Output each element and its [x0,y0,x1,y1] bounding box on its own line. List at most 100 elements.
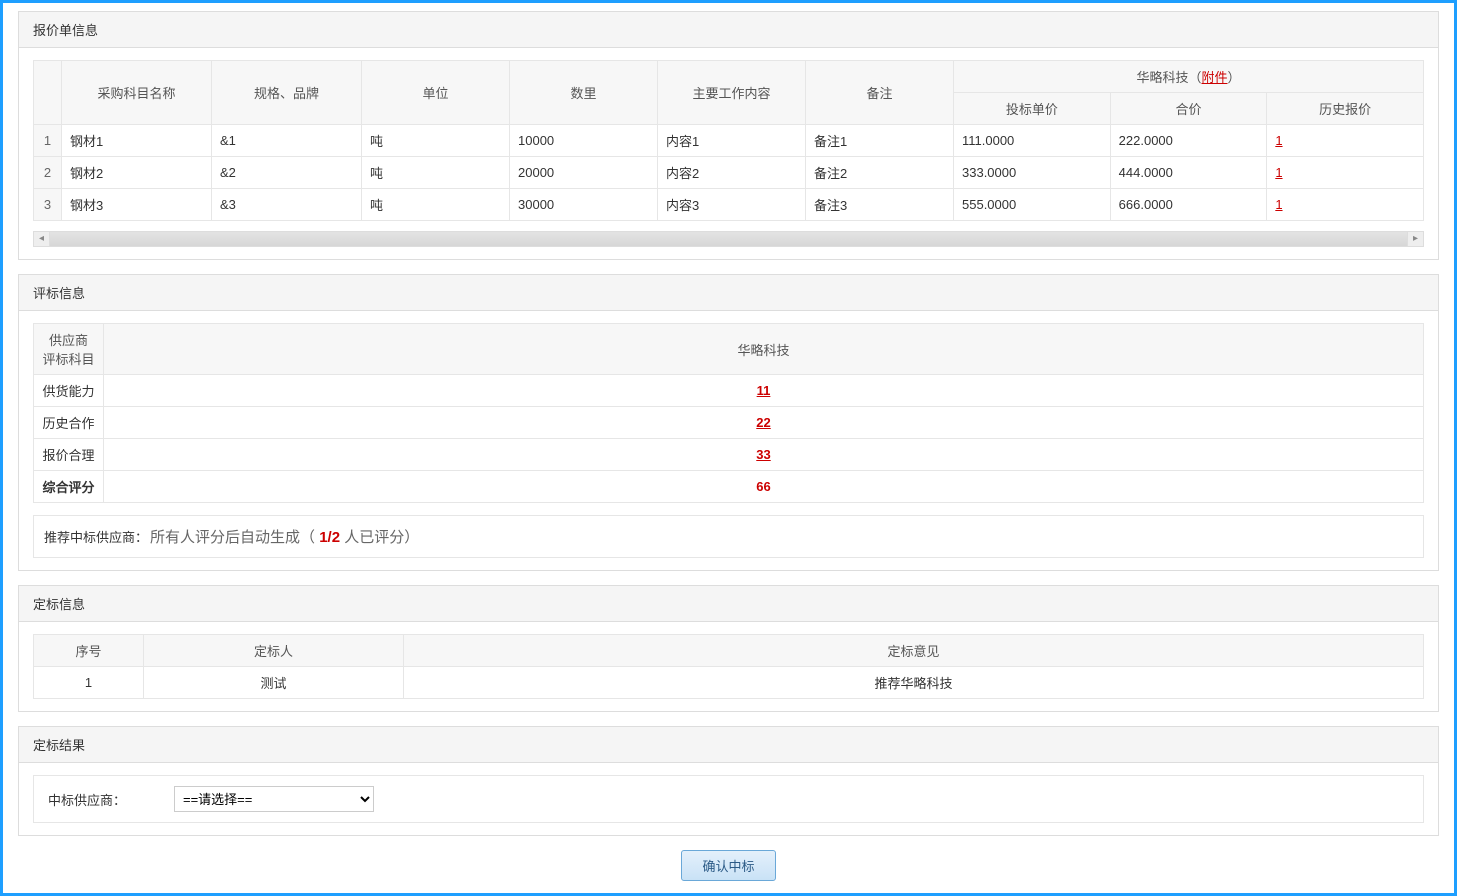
cell-name: 钢材1 [62,125,212,157]
cell-name: 钢材3 [62,189,212,221]
recommend-box: 推荐中标供应商： 所有人评分后自动生成（ 1/2 人已评分） [33,515,1424,558]
cell-total: 444.0000 [1110,157,1267,189]
result-label: 中标供应商： [44,790,174,809]
scroll-left-icon[interactable]: ◂ [34,232,50,246]
decision-panel-title: 定标信息 [19,586,1438,622]
recommend-suffix: 人已评分） [344,529,419,546]
cell-note: 备注3 [806,189,954,221]
quote-col-qty: 数里 [510,61,658,125]
quote-col-unit: 单位 [362,61,510,125]
score-link[interactable]: 33 [756,447,770,462]
history-link[interactable]: 1 [1275,197,1282,212]
supplier-name: 华略科技（ [1136,70,1201,85]
confirm-button[interactable]: 确认中标 [681,850,775,881]
eval-row-label: 综合评分 [34,471,104,503]
cell-work: 内容3 [658,189,806,221]
quote-table: 采购科目名称 规格、品牌 单位 数里 主要工作内容 备注 华略科技（附件） 投标… [33,60,1424,221]
table-row: 历史合作 22 [34,407,1424,439]
score-link[interactable]: 11 [757,383,771,398]
cell-spec: &3 [212,189,362,221]
eval-header-supplier: 华略科技 [104,324,1424,375]
recommend-prefix: 所有人评分后自动生成（ [150,529,315,546]
cell-unit: 吨 [362,189,510,221]
table-row: 供货能力 11 [34,375,1424,407]
result-panel-title: 定标结果 [19,727,1438,763]
cell-bidprice: 555.0000 [954,189,1111,221]
cell-bidprice: 111.0000 [954,125,1111,157]
eval-table: 供应商 评标科目 华略科技 供货能力 11 历史合作 22 报价合理 33 综合评分 66 [33,323,1424,503]
horizontal-scrollbar[interactable]: ◂ ▸ [33,231,1424,247]
cell-total: 666.0000 [1110,189,1267,221]
result-panel: 定标结果 中标供应商： ==请选择== [18,726,1439,836]
quote-col-supplier-group: 华略科技（附件） [954,61,1424,93]
history-link[interactable]: 1 [1275,165,1282,180]
eval-row-value: 66 [104,471,1424,503]
cell-qty: 10000 [510,125,658,157]
eval-header-left-l1: 供应商 [42,330,95,349]
quote-col-bidprice: 投标单价 [954,93,1111,125]
score-link[interactable]: 22 [756,415,770,430]
cell-note: 备注2 [806,157,954,189]
scroll-track[interactable] [50,232,1407,246]
eval-header-left: 供应商 评标科目 [34,324,104,375]
quote-col-note: 备注 [806,61,954,125]
score-value: 66 [756,479,770,494]
quote-panel-title: 报价单信息 [19,12,1438,48]
eval-row-label: 供货能力 [34,375,104,407]
cell-history: 1 [1267,125,1424,157]
eval-panel: 评标信息 供应商 评标科目 华略科技 供货能力 11 历史合作 22 报价合理 33 综合评… [18,274,1439,571]
table-row: 2钢材2&2吨20000内容2备注2333.0000444.00001 [34,157,1424,189]
eval-row-label: 历史合作 [34,407,104,439]
table-row: 3钢材3&3吨30000内容3备注3555.0000666.0000 1 [34,189,1424,221]
attachment-link[interactable]: 附件 [1201,70,1227,85]
cell-note: 备注1 [806,125,954,157]
scroll-right-icon[interactable]: ▸ [1407,232,1423,246]
cell-opinion: 推荐华略科技 [404,667,1424,699]
table-row: 综合评分 66 [34,471,1424,503]
cell-name: 钢材2 [62,157,212,189]
table-row: 1测试推荐华略科技 [34,667,1424,699]
decision-panel-body: 序号 定标人 定标意见 1测试推荐华略科技 [19,622,1438,711]
quote-col-history: 历史报价 [1267,93,1424,125]
row-index: 3 [34,189,62,221]
cell-unit: 吨 [362,125,510,157]
decision-table: 序号 定标人 定标意见 1测试推荐华略科技 [33,634,1424,699]
cell-history: 1 [1267,189,1424,221]
cell-person: 测试 [144,667,404,699]
row-index: 1 [34,125,62,157]
quote-panel: 报价单信息 采购科目名称 规格、品牌 单位 数里 主要工作内容 备注 华略科技（… [18,11,1439,260]
quote-col-work: 主要工作内容 [658,61,806,125]
quote-col-spec: 规格、品牌 [212,61,362,125]
eval-header-left-l2: 评标科目 [42,349,95,368]
history-link[interactable]: 1 [1275,133,1282,148]
table-row: 1钢材1&1吨10000内容1备注1111.0000222.00001 [34,125,1424,157]
cell-work: 内容2 [658,157,806,189]
eval-row-value: 22 [104,407,1424,439]
cell-work: 内容1 [658,125,806,157]
quote-col-idx [34,61,62,125]
cell-history: 1 [1267,157,1424,189]
supplier-name-tail: ） [1228,70,1241,85]
eval-row-value: 33 [104,439,1424,471]
recommend-text: 所有人评分后自动生成（ 1/2 人已评分） [150,526,1417,547]
row-index: 2 [34,157,62,189]
cell-idx: 1 [34,667,144,699]
decision-col-opinion: 定标意见 [404,635,1424,667]
supplier-select[interactable]: ==请选择== [174,786,374,812]
quote-col-total: 合价 [1110,93,1267,125]
eval-row-label: 报价合理 [34,439,104,471]
table-row: 报价合理 33 [34,439,1424,471]
cell-spec: &2 [212,157,362,189]
result-panel-body: 中标供应商： ==请选择== [19,763,1438,835]
decision-col-person: 定标人 [144,635,404,667]
cell-unit: 吨 [362,157,510,189]
quote-panel-body: 采购科目名称 规格、品牌 单位 数里 主要工作内容 备注 华略科技（附件） 投标… [19,48,1438,259]
decision-col-idx: 序号 [34,635,144,667]
eval-panel-body: 供应商 评标科目 华略科技 供货能力 11 历史合作 22 报价合理 33 综合评分 66 推… [19,311,1438,570]
cell-qty: 30000 [510,189,658,221]
decision-panel: 定标信息 序号 定标人 定标意见 1测试推荐华略科技 [18,585,1439,712]
cell-bidprice: 333.0000 [954,157,1111,189]
submit-area: 确认中标 [18,850,1439,881]
cell-spec: &1 [212,125,362,157]
eval-panel-title: 评标信息 [19,275,1438,311]
